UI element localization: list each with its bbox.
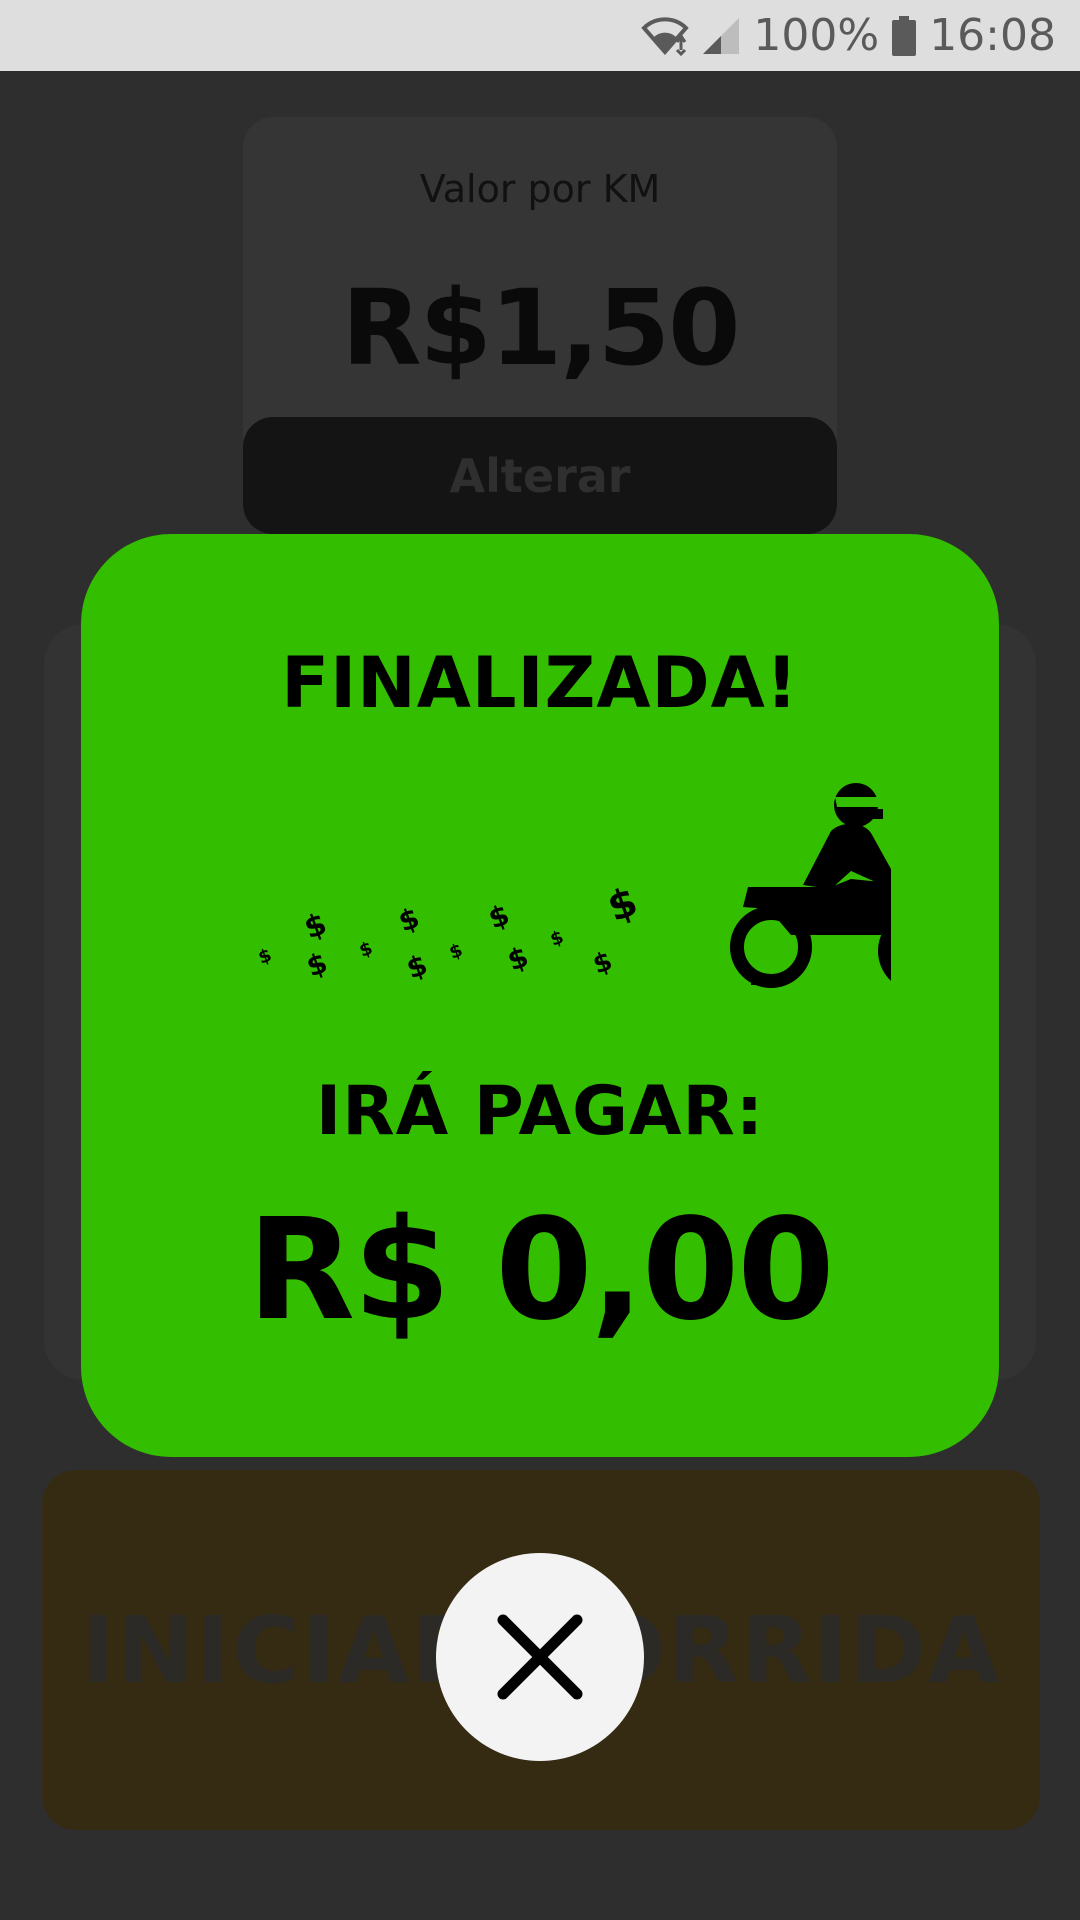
- svg-text:$: $: [548, 927, 567, 951]
- km-value: R$1,50: [341, 267, 740, 389]
- svg-text:$: $: [602, 879, 644, 932]
- change-button[interactable]: Alterar: [243, 417, 837, 534]
- svg-text:$: $: [256, 945, 275, 969]
- finished-modal: FINALIZADA! $ $ $ $ $ $ $ $ $ $ $ $ IRÁ PAGAR: R$ 0…: [81, 534, 999, 1457]
- svg-text:$: $: [503, 940, 533, 978]
- svg-text:$: $: [357, 938, 376, 962]
- clock: 16:08: [929, 10, 1056, 61]
- close-button[interactable]: [436, 1553, 644, 1761]
- status-bar: 100% 16:08: [0, 0, 1080, 71]
- svg-text:$: $: [484, 898, 514, 936]
- pay-value: R$ 0,00: [247, 1189, 834, 1352]
- wifi-icon: [641, 16, 690, 56]
- signal-icon: [701, 16, 741, 56]
- svg-text:$: $: [402, 948, 432, 986]
- battery-icon: [891, 15, 917, 56]
- close-icon: [497, 1614, 583, 1700]
- svg-text:$: $: [394, 901, 424, 939]
- motorcycle-money-icon: $$$ $$$ $$$$$$: [256, 783, 891, 988]
- pay-label: IRÁ PAGAR:: [315, 1072, 765, 1151]
- battery-percent: 100%: [753, 10, 880, 61]
- svg-text:$: $: [589, 946, 616, 980]
- svg-text:$: $: [302, 946, 332, 984]
- modal-title: FINALIZADA!: [281, 642, 799, 724]
- svg-text:$: $: [300, 906, 332, 946]
- km-label: Valor por KM: [419, 167, 661, 211]
- svg-text:$: $: [447, 940, 466, 964]
